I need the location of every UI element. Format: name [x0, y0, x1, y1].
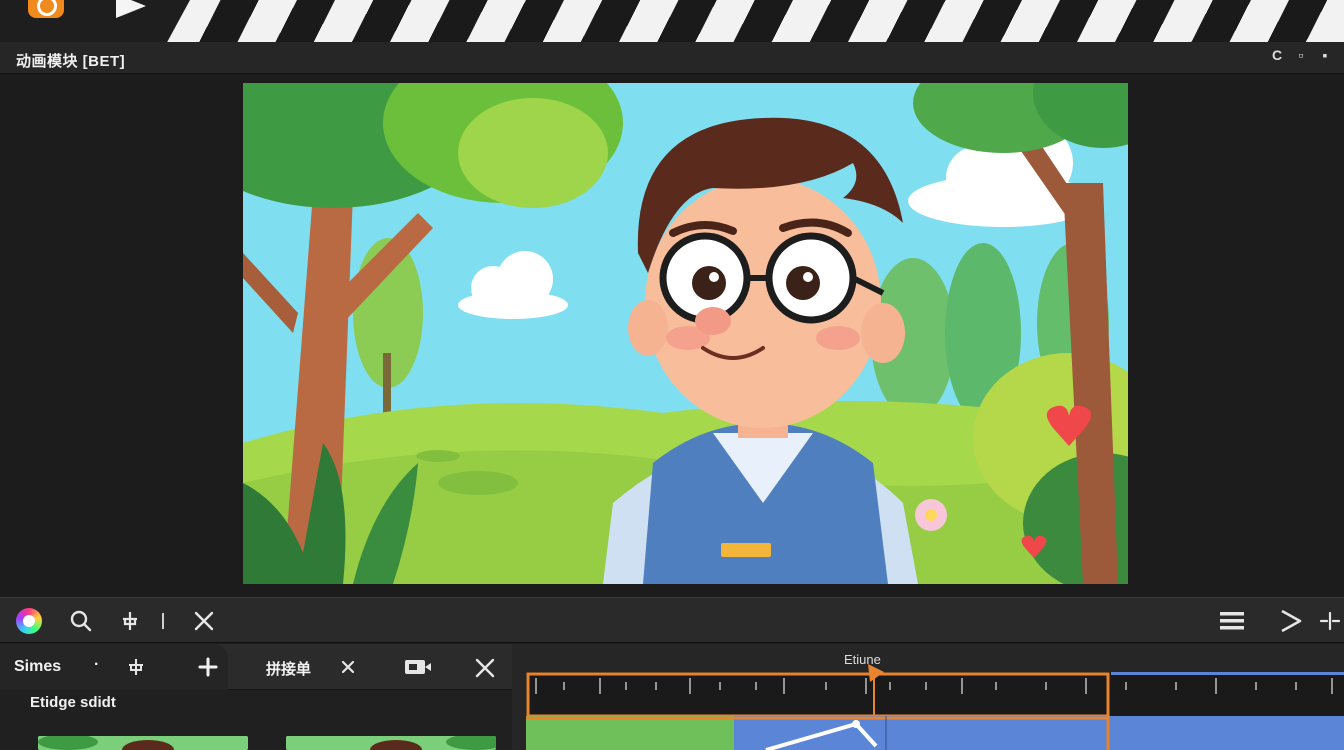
divider-icon	[162, 613, 164, 629]
color-picker-button[interactable]	[14, 608, 44, 634]
pin-button[interactable]	[118, 608, 142, 634]
close-icon	[194, 611, 214, 631]
split-button[interactable]	[1318, 608, 1342, 634]
scenes-tab[interactable]: Simes ·	[0, 644, 228, 690]
clapperboard-header	[0, 0, 1344, 42]
close-small-icon[interactable]	[340, 659, 356, 675]
timeline-panel: Etiune	[512, 644, 1344, 750]
ruler-ticks	[526, 672, 1344, 716]
split-icon	[1319, 611, 1341, 631]
window-control-restore[interactable]: C	[1270, 48, 1284, 62]
pin-icon[interactable]	[126, 657, 146, 677]
preview-viewer	[0, 74, 1344, 594]
search-icon	[70, 610, 92, 632]
title-bar: 动画模块 [BET] C ▫ ▪	[0, 42, 1344, 74]
scenes-panel-header: Simes · 拼接单	[0, 644, 512, 690]
window-control-minimize[interactable]: ▫	[1294, 48, 1308, 62]
playhead-marker-icon[interactable]	[866, 662, 886, 684]
menu-button[interactable]	[1218, 608, 1246, 634]
camera-icon[interactable]	[404, 658, 432, 676]
window-control-maximize[interactable]: ▪	[1318, 48, 1332, 62]
main-toolbar	[0, 597, 1344, 643]
window-title: 动画模块 [BET]	[16, 53, 126, 70]
preview-canvas[interactable]	[243, 83, 1128, 584]
animation-editor-app: 动画模块 [BET] C ▫ ▪ Simes · 拼接单 Etidge sdid…	[0, 0, 1344, 750]
menu-icon	[1220, 612, 1244, 630]
add-icon[interactable]	[198, 657, 218, 677]
toolbar-divider	[158, 608, 168, 634]
search-button[interactable]	[68, 608, 94, 634]
play-button[interactable]	[1278, 608, 1304, 634]
timeline-ruler[interactable]	[526, 664, 1344, 716]
pin-icon	[123, 612, 137, 630]
cartoon-scene-illustration	[243, 83, 1128, 584]
play-icon	[1281, 609, 1302, 633]
close-tool-button[interactable]	[192, 608, 216, 634]
track-clips	[526, 716, 1344, 750]
close-icon[interactable]	[474, 657, 496, 679]
scenes-panel: Simes · 拼接单 Etidge sdidt	[0, 644, 512, 750]
color-wheel-icon	[16, 608, 42, 634]
scenes-dot: ·	[94, 656, 100, 673]
scene-thumbnail[interactable]	[286, 736, 496, 750]
window-controls: C ▫ ▪	[1270, 48, 1332, 62]
play-icon[interactable]	[116, 0, 146, 18]
scenes-title: Simes	[14, 658, 62, 675]
scene-thumbnail[interactable]	[38, 736, 248, 750]
scenes-subheader: Etidge sdidt	[30, 694, 116, 711]
logo-icon[interactable]	[28, 0, 64, 18]
scenes-action-label[interactable]: 拼接单	[266, 658, 311, 679]
clapper-stripes	[160, 0, 1344, 42]
timeline-tracks[interactable]	[526, 716, 1344, 750]
